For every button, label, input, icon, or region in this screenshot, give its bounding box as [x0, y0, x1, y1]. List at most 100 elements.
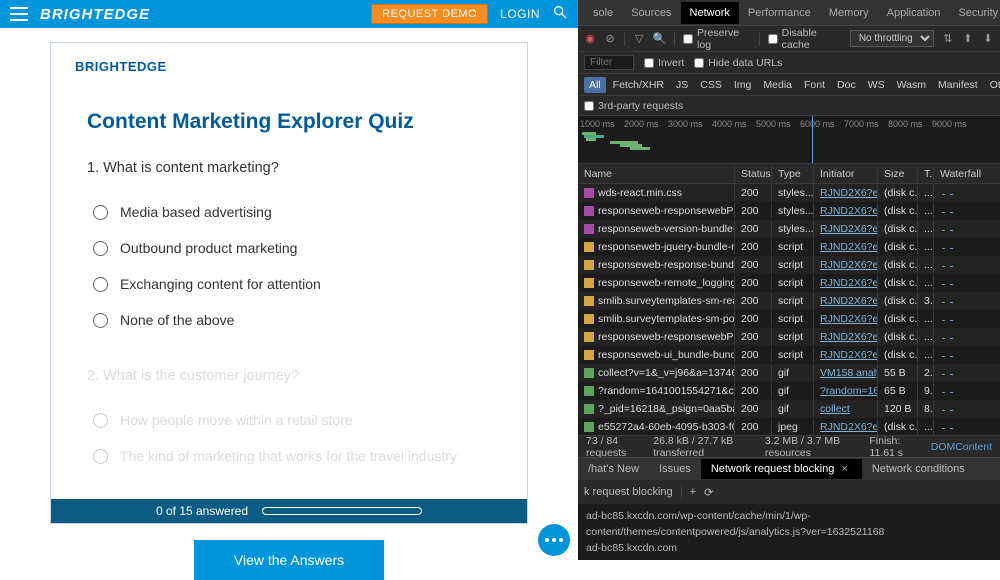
filter-doc[interactable]: Doc — [832, 77, 861, 93]
record-icon[interactable]: ◉ — [584, 32, 596, 45]
filter-media[interactable]: Media — [758, 77, 797, 93]
filter-all[interactable]: All — [584, 77, 606, 93]
devtools-tab-security[interactable]: Security — [949, 2, 1000, 24]
devtools-tab-memory[interactable]: Memory — [820, 2, 878, 24]
network-row[interactable]: collect?v=1&_v=j96&a=1374648477... 200 g… — [578, 364, 1000, 382]
network-row[interactable]: responseweb-version-bundle-min... 200 st… — [578, 220, 1000, 238]
request-initiator[interactable]: RJND2X6?em... — [814, 347, 878, 363]
view-answers-button[interactable]: View the Answers — [194, 540, 384, 580]
col-waterfall[interactable]: Waterfall — [934, 166, 1000, 182]
request-demo-button[interactable]: REQUEST DEMO — [371, 4, 488, 24]
devtools-tab-sources[interactable]: Sources — [622, 2, 680, 24]
request-initiator[interactable]: RJND2X6?em... — [814, 329, 878, 345]
col-type[interactable]: Type — [772, 166, 814, 182]
drawer-tab[interactable]: Issues — [649, 459, 701, 479]
filter-js[interactable]: JS — [671, 77, 693, 93]
col-time[interactable]: T... — [918, 166, 934, 182]
network-row[interactable]: ?random=1641001554271&cv=9&f... 200 gif … — [578, 382, 1000, 400]
clear-icon[interactable]: ⊘ — [604, 32, 616, 45]
network-row[interactable]: responseweb-responsewebPkgs-b... 200 sty… — [578, 202, 1000, 220]
wifi-icon[interactable]: ⇅ — [942, 32, 954, 45]
disable-cache-checkbox[interactable]: Disable cache — [768, 27, 842, 51]
col-initiator[interactable]: Initiator — [814, 166, 878, 182]
network-row[interactable]: responseweb-responsewebPkgs_h... 200 scr… — [578, 328, 1000, 346]
filter-other[interactable]: Other — [985, 77, 1000, 93]
request-initiator[interactable]: RJND2X6?em... — [814, 275, 878, 291]
request-waterfall — [934, 191, 1000, 195]
option-label: How people move within a retail store — [120, 412, 353, 428]
brand-logo[interactable]: BRIGHTEDGE — [40, 6, 150, 23]
radio-icon — [93, 277, 108, 292]
network-row[interactable]: ?_pid=16218&_psign=0aa5badf92... 200 gif… — [578, 400, 1000, 418]
filter-img[interactable]: Img — [729, 77, 757, 93]
search-icon[interactable] — [552, 4, 568, 25]
radio-option[interactable]: The kind of marketing that works for the… — [87, 438, 491, 474]
devtools-tab-network[interactable]: Network — [681, 2, 739, 24]
request-initiator[interactable]: ?random=164... — [814, 383, 878, 399]
throttling-select[interactable]: No throttling — [850, 30, 934, 47]
filter-input[interactable] — [584, 55, 634, 70]
request-type: styles... — [772, 203, 814, 219]
filter-font[interactable]: Font — [799, 77, 830, 93]
invert-checkbox[interactable]: Invert — [644, 57, 684, 69]
upload-icon[interactable]: ⬆ — [962, 32, 974, 45]
chat-button[interactable] — [538, 524, 570, 556]
request-initiator[interactable]: collect — [814, 401, 878, 417]
devtools-tab-performance[interactable]: Performance — [739, 2, 820, 24]
network-row[interactable]: smlib.surveytemplates-sm-react-b... 200 … — [578, 292, 1000, 310]
request-waterfall — [934, 317, 1000, 321]
filter-manifest[interactable]: Manifest — [933, 77, 983, 93]
network-row[interactable]: wds-react.min.css 200 styles... RJND2X6?… — [578, 184, 1000, 202]
network-row[interactable]: e55272a4-60eb-4095-b303-f039f3... 200 jp… — [578, 418, 1000, 435]
devtools-tab-sole[interactable]: sole — [584, 2, 622, 24]
request-initiator[interactable]: RJND2X6?em... — [814, 221, 878, 237]
request-initiator[interactable]: RJND2X6?em... — [814, 293, 878, 309]
col-status[interactable]: Status — [735, 166, 772, 182]
request-initiator[interactable]: RJND2X6?em... — [814, 311, 878, 327]
request-waterfall — [934, 425, 1000, 429]
network-row[interactable]: responseweb-jquery-bundle-min.9... 200 s… — [578, 238, 1000, 256]
network-row[interactable]: responseweb-ui_bundle-bundle-mi... 200 s… — [578, 346, 1000, 364]
timeline[interactable]: 1000 ms2000 ms3000 ms4000 ms5000 ms6000 … — [578, 116, 1000, 164]
request-initiator[interactable]: RJND2X6?em... — [814, 239, 878, 255]
devtools-tab-application[interactable]: Application — [878, 2, 950, 24]
blocking-label: k request blocking — [584, 486, 673, 498]
download-icon[interactable]: ⬇ — [982, 32, 994, 45]
col-size[interactable]: Size — [878, 166, 918, 182]
menu-icon[interactable] — [10, 7, 28, 21]
drawer-tab[interactable]: Network request blocking × — [701, 459, 862, 479]
timeline-cursor[interactable] — [812, 116, 813, 163]
request-name: collect?v=1&_v=j96&a=1374648477... — [598, 367, 735, 379]
filter-wasm[interactable]: Wasm — [892, 77, 931, 93]
request-initiator[interactable]: RJND2X6?em... — [814, 257, 878, 273]
network-row[interactable]: smlib.surveytemplates-sm-polyfill-... 20… — [578, 310, 1000, 328]
radio-icon — [93, 313, 108, 328]
drawer-tab[interactable]: /hat's New — [578, 459, 649, 479]
drawer-tab[interactable]: Network conditions — [862, 459, 975, 479]
request-initiator[interactable]: VM158 analyt... — [814, 365, 878, 381]
radio-option[interactable]: Media based advertising — [87, 194, 491, 230]
request-type: script — [772, 293, 814, 309]
radio-option[interactable]: None of the above — [87, 302, 491, 338]
filter-css[interactable]: CSS — [695, 77, 727, 93]
close-icon[interactable]: × — [837, 463, 851, 475]
request-initiator[interactable]: RJND2X6?em... — [814, 419, 878, 435]
radio-option[interactable]: Exchanging content for attention — [87, 266, 491, 302]
preserve-log-checkbox[interactable]: Preserve log — [683, 27, 751, 51]
request-initiator[interactable]: RJND2X6?em... — [814, 185, 878, 201]
radio-option[interactable]: How people move within a retail store — [87, 402, 491, 438]
filter-icon[interactable]: ▽ — [633, 32, 645, 45]
hide-dataurls-checkbox[interactable]: Hide data URLs — [694, 57, 782, 69]
radio-option[interactable]: Outbound product marketing — [87, 230, 491, 266]
network-row[interactable]: responseweb-remote_logging-bun... 200 sc… — [578, 274, 1000, 292]
search-icon[interactable]: 🔍 — [653, 32, 666, 45]
request-initiator[interactable]: RJND2X6?em... — [814, 203, 878, 219]
login-link[interactable]: LOGIN — [500, 7, 540, 21]
filter-ws[interactable]: WS — [863, 77, 890, 93]
network-row[interactable]: responseweb-response-bundle-mi... 200 sc… — [578, 256, 1000, 274]
refresh-icon[interactable]: ⟳ — [704, 486, 713, 499]
thirdparty-checkbox[interactable]: 3rd-party requests — [584, 100, 683, 112]
filter-fetch/xhr[interactable]: Fetch/XHR — [608, 77, 669, 93]
add-pattern-button[interactable]: + — [690, 486, 696, 498]
col-name[interactable]: Name — [578, 166, 735, 182]
